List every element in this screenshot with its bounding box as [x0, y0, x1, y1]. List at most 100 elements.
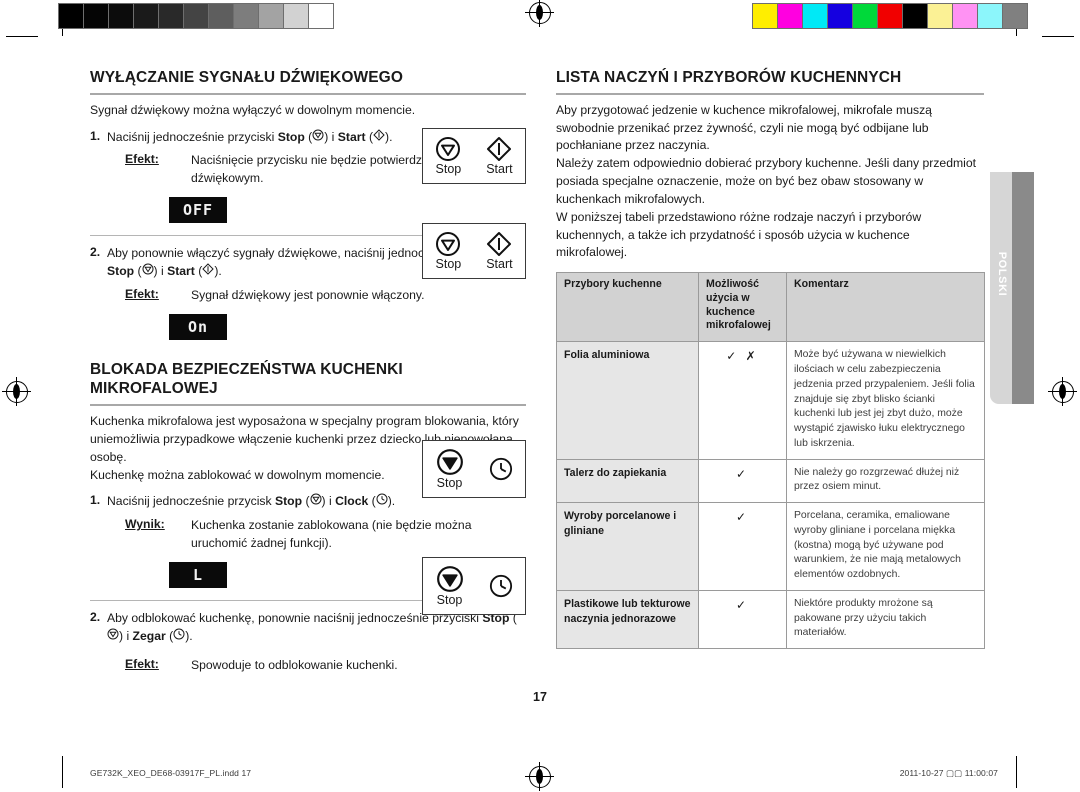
calibration-swatch-0	[59, 4, 84, 28]
calibration-swatch-2	[109, 4, 134, 28]
calibration-swatch-4	[853, 4, 878, 28]
crop-mark-left-upper-horizontal	[6, 36, 38, 37]
led-display-on: On	[169, 313, 227, 340]
keybox-stop-clock-1: Stop	[422, 440, 526, 498]
sound-step-2-start-label: Start	[167, 263, 195, 278]
table-row: Talerz do zapiekania ✓ Nie należy go roz…	[556, 458, 985, 504]
lock-step-1-text-a: Naciśnij jednocześnie przycisk	[107, 494, 275, 509]
lock-step-2-text-e: ).	[185, 628, 193, 643]
calibration-swatch-0	[753, 4, 778, 28]
keybox-stop-start-2: Stop Start	[422, 223, 526, 279]
stop-icon	[436, 231, 461, 256]
table-header-item: Przybory kuchenne	[556, 272, 699, 343]
lock-step-1-text-e: ).	[387, 494, 396, 509]
sound-step-1-text-e: ).	[385, 129, 393, 144]
key-stop-3[interactable]: Stop	[436, 448, 464, 491]
sound-step-1-text-a: Naciśnij jednocześnie przyciski	[107, 129, 278, 144]
calibration-swatch-9	[978, 4, 1003, 28]
table-cell-usable: ✓	[698, 458, 787, 504]
led-display-lock: L	[169, 561, 227, 588]
table-header-row: Przybory kuchenne Możliwość użycia w kuc…	[556, 272, 985, 343]
cookware-paragraph-1: Aby przygotować jedzenie w kuchence mikr…	[556, 102, 932, 153]
language-tab-label: POLSKI	[996, 251, 1008, 297]
key-start-1-label: Start	[486, 161, 513, 176]
calibration-swatch-7	[928, 4, 953, 28]
calibration-swatch-3	[134, 4, 159, 28]
calibration-swatch-4	[159, 4, 184, 28]
stop-icon	[310, 493, 322, 508]
grayscale-calibration-bar	[58, 3, 334, 29]
sound-step-2-text-b: (	[134, 263, 142, 278]
start-icon	[373, 128, 385, 144]
start-icon	[487, 231, 512, 256]
lock-step-2-text-c: ) i	[119, 628, 133, 643]
calibration-swatch-5	[184, 4, 209, 28]
cookware-table: Przybory kuchenne Możliwość użycia w kuc…	[556, 272, 985, 650]
sound-step-1-number: 1.	[90, 128, 101, 143]
sound-step-1-text-c: ) i	[324, 129, 338, 144]
lock-step-1-result-label: Wynik:	[125, 517, 165, 532]
key-stop-4[interactable]: Stop	[436, 565, 464, 608]
sound-step-1-result-label: Efekt:	[125, 152, 159, 167]
section-title-sound-signal: Wyłączanie sygnału dźwiękowego	[90, 68, 526, 95]
lock-step-1-text-d: (	[368, 494, 376, 509]
start-icon	[487, 136, 512, 161]
sound-step-1-stop-label: Stop	[277, 129, 305, 144]
stop-icon	[142, 263, 154, 278]
sound-step-2-number: 2.	[90, 245, 101, 260]
table-cell-comment: Niektóre produkty mrożone są pakowane pr…	[786, 589, 985, 650]
lock-step-2-clock-label: Zegar	[132, 628, 166, 643]
table-cell-item: Wyroby porcelanowe i gliniane	[556, 502, 699, 591]
clock-icon	[376, 493, 388, 508]
calibration-swatch-1	[84, 4, 109, 28]
lock-step-1-clock-label: Clock	[335, 494, 369, 509]
key-start-1[interactable]: Start	[486, 136, 513, 177]
cookware-paragraph-2: Należy zatem odpowiednio dobierać przybo…	[556, 156, 977, 206]
language-tab-polski: POLSKI	[990, 172, 1044, 404]
calibration-swatch-7	[234, 4, 259, 28]
table-cell-comment: Porcelana, ceramika, emaliowane wyroby g…	[786, 502, 985, 591]
sound-step-2-result-label: Efekt:	[125, 286, 159, 301]
footer-filename: GE732K_XEO_DE68-03917F_PL.indd 17	[90, 768, 252, 778]
calibration-swatch-5	[878, 4, 903, 28]
page-footer: GE732K_XEO_DE68-03917F_PL.indd 17 2011-1…	[0, 764, 1080, 786]
calibration-swatch-2	[803, 4, 828, 28]
table-row: Folia aluminiowa ✓ ✗ Może być używana w …	[556, 341, 985, 460]
key-clock-1[interactable]	[489, 457, 513, 481]
lock-step-2-result-text: Spowoduje to odblokowanie kuchenki.	[191, 658, 398, 673]
table-cell-item: Folia aluminiowa	[556, 341, 699, 460]
table-cell-comment: Nie należy go rozgrzewać dłużej niż prze…	[786, 458, 985, 504]
sound-intro-paragraph: Sygnał dźwiękowy można wyłączyć w dowoln…	[90, 102, 416, 117]
calibration-swatch-9	[284, 4, 309, 28]
key-stop-4-label: Stop	[436, 592, 463, 607]
key-stop-2-label: Stop	[435, 256, 462, 271]
calibration-swatch-6	[209, 4, 234, 28]
clock-icon	[173, 628, 185, 643]
key-clock-2[interactable]	[489, 574, 513, 598]
key-start-2[interactable]: Start	[486, 231, 513, 272]
sound-step-1-text-d: (	[365, 129, 374, 144]
start-icon	[202, 263, 215, 278]
right-column: Lista naczyń i przyborów kuchennych Aby …	[556, 68, 985, 650]
table-cell-usable: ✓	[698, 589, 787, 650]
crop-mark-right-upper-horizontal	[1042, 36, 1074, 37]
lock-step-2-number: 2.	[90, 609, 101, 624]
stop-icon	[107, 628, 119, 643]
table-cell-usable: ✓	[698, 502, 787, 591]
key-stop-1[interactable]: Stop	[435, 136, 461, 177]
page-content: Wyłączanie sygnału dźwiękowego Sygnał dź…	[0, 40, 1080, 740]
lock-step-1-text-b: (	[302, 494, 310, 509]
calibration-swatch-3	[828, 4, 853, 28]
registration-target-top	[525, 0, 554, 27]
table-row: Wyroby porcelanowe i gliniane ✓ Porcelan…	[556, 502, 985, 591]
key-stop-2[interactable]: Stop	[435, 231, 461, 272]
stop-icon	[436, 136, 461, 161]
sound-step-2-result: Efekt: Sygnał dźwiękowy jest ponownie wł…	[107, 287, 526, 305]
stop-icon	[312, 129, 324, 144]
cookware-paragraph-3: W poniższej tabeli przedstawiono różne r…	[556, 209, 922, 260]
table-cell-usable: ✓ ✗	[698, 341, 787, 460]
key-stop-1-label: Stop	[435, 161, 462, 176]
table-row: Plastikowe lub tekturowe naczynia jednor…	[556, 589, 985, 650]
stop-icon	[436, 565, 463, 592]
calibration-swatch-8	[953, 4, 978, 28]
